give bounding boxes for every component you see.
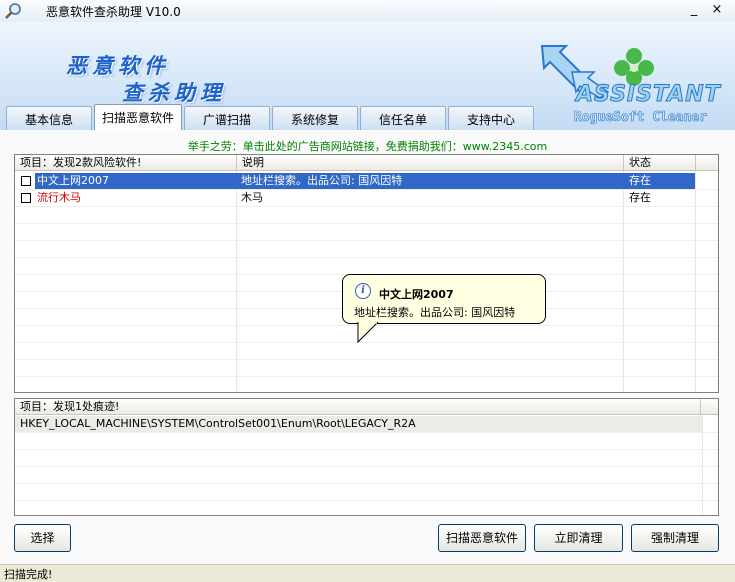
row-name: 中文上网2007: [37, 174, 109, 187]
column-header-filler: [696, 155, 718, 171]
magnifier-icon: [5, 3, 21, 19]
row-divider: [15, 500, 718, 501]
status-text: 扫描完成!: [4, 568, 53, 581]
tooltip-title: 中文上网2007: [379, 288, 454, 301]
trace-path: HKEY_LOCAL_MACHINE\SYSTEM\ControlSet001\…: [20, 417, 416, 430]
tab-support-center[interactable]: 支持中心: [448, 106, 534, 130]
clean-now-button[interactable]: 立即清理: [534, 524, 623, 552]
column-header-filler: [701, 399, 718, 415]
row-divider: [15, 257, 718, 258]
tooltip-tail: [357, 322, 379, 344]
column-header-item[interactable]: 项目：发现2款风险软件!: [15, 155, 237, 171]
title-bar: 恶意软件查杀助理 V10.0 _ ×: [0, 0, 735, 23]
tab-basic-info[interactable]: 基本信息: [6, 106, 92, 130]
tab-broad-scan[interactable]: 广谱扫描: [184, 106, 270, 130]
row-status: 存在: [629, 174, 651, 187]
info-icon: i: [355, 283, 371, 299]
column-header-description[interactable]: 说明: [237, 155, 624, 171]
window-title: 恶意软件查杀助理 V10.0: [46, 5, 181, 19]
row-divider: [15, 432, 718, 433]
logo-wordmark: ASSISTANT: [576, 82, 721, 108]
minimize-button[interactable]: _: [684, 1, 704, 19]
row-divider: [15, 206, 718, 207]
force-clean-button[interactable]: 强制清理: [631, 524, 719, 552]
row-divider: [15, 359, 718, 360]
row-description: 木马: [241, 191, 263, 204]
row-divider: [15, 223, 718, 224]
row-checkbox[interactable]: [21, 193, 31, 203]
tab-trust-list[interactable]: 信任名单: [360, 106, 446, 130]
promo-link[interactable]: 举手之劳：单击此处的广告商网站链接，免费捐助我们：www.2345.com: [0, 138, 735, 154]
tab-scan-malware[interactable]: 扫描恶意软件: [94, 104, 182, 130]
select-button[interactable]: 选择: [14, 524, 71, 552]
close-button[interactable]: ×: [707, 1, 727, 19]
row-checkbox[interactable]: [21, 176, 31, 186]
row-status: 存在: [629, 191, 651, 204]
row-divider: [15, 449, 718, 450]
status-bar: 扫描完成!: [0, 564, 735, 581]
traces-list: 项目：发现1处痕迹! HKEY_LOCAL_MACHINE\SYSTEM\Con…: [14, 398, 719, 516]
column-header-traces[interactable]: 项目：发现1处痕迹!: [15, 399, 701, 415]
row-divider: [15, 483, 718, 484]
banner-title-line1: 恶意软件: [66, 53, 170, 78]
tooltip-text: 地址栏搜索。出品公司: 国风因特: [354, 306, 516, 319]
column-header-status[interactable]: 状态: [624, 155, 696, 171]
row-divider: [15, 240, 718, 241]
row-name[interactable]: 流行木马: [37, 190, 81, 206]
logo-subtitle: RogueSoft Cleaner: [574, 110, 708, 126]
row-divider: [15, 376, 718, 377]
tooltip-balloon: i 中文上网2007 地址栏搜索。出品公司: 国风因特: [342, 274, 546, 324]
tab-system-repair[interactable]: 系统修复: [272, 106, 358, 130]
row-divider: [15, 189, 718, 190]
banner-title-line2: 查杀助理: [122, 80, 226, 105]
row-description: 地址栏搜索。出品公司: 国风因特: [241, 174, 403, 187]
row-divider: [15, 466, 718, 467]
scan-malware-button[interactable]: 扫描恶意软件: [438, 524, 526, 552]
